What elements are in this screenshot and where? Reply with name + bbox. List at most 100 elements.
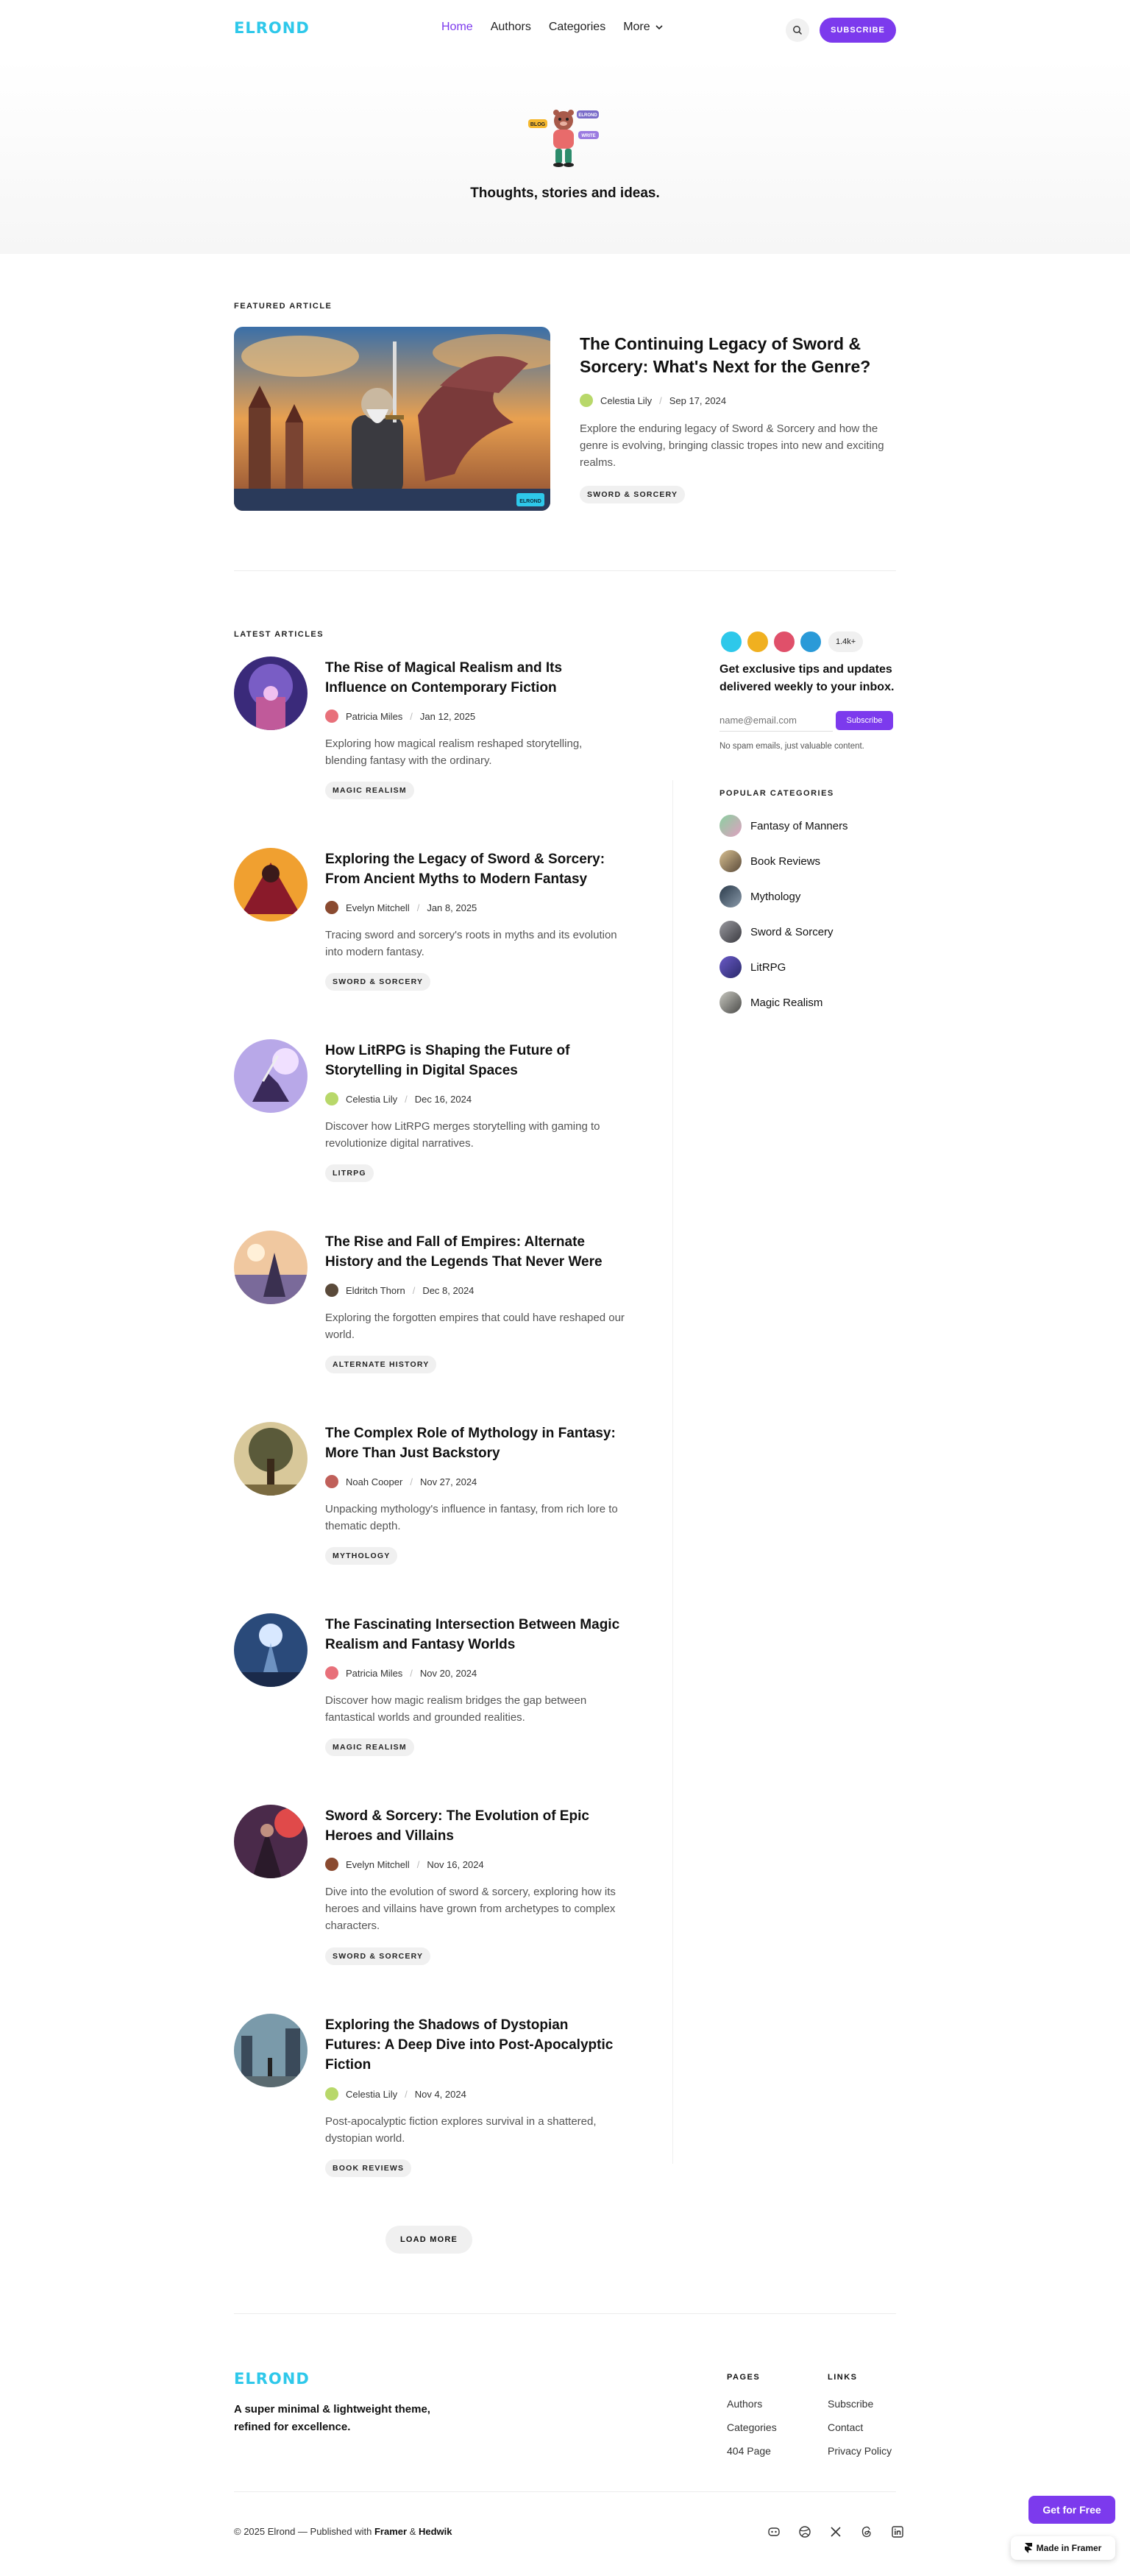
author-avatar: [325, 901, 338, 914]
copyright-text: © 2025 Elrond — Published with: [234, 2526, 372, 2537]
mascot-illustration: BLOG ELROND WRITE: [528, 110, 599, 167]
meta-separator: /: [410, 710, 413, 722]
author-name[interactable]: Celestia Lily: [346, 1094, 397, 1105]
article-thumbnail[interactable]: [234, 1613, 308, 1687]
hedwik-link[interactable]: Hedwik: [419, 2526, 452, 2537]
featured-tag[interactable]: SWORD & SORCERY: [580, 486, 686, 503]
article-meta: Evelyn Mitchell / Jan 8, 2025: [325, 901, 477, 914]
article-title[interactable]: The Rise and Fall of Empires: Alternate …: [325, 1232, 627, 1272]
footer-link-privacy[interactable]: Privacy Policy: [828, 2445, 892, 2457]
newsletter-subscribe-button[interactable]: Subscribe: [836, 711, 893, 730]
nav-home[interactable]: Home: [441, 21, 473, 34]
article-title[interactable]: Exploring the Legacy of Sword & Sorcery:…: [325, 849, 627, 889]
hero-tagline: Thoughts, stories and ideas.: [470, 185, 660, 201]
footer-link-categories[interactable]: Categories: [727, 2421, 777, 2433]
load-more-button[interactable]: LOAD MORE: [385, 2226, 472, 2254]
article-title[interactable]: The Rise of Magical Realism and Its Infl…: [325, 658, 627, 698]
article-tag[interactable]: BOOK REVIEWS: [325, 2159, 412, 2177]
search-button[interactable]: [786, 18, 809, 42]
discord-icon[interactable]: [767, 2524, 781, 2539]
footer-link-404[interactable]: 404 Page: [727, 2445, 771, 2457]
article-excerpt: Discover how LitRPG merges storytelling …: [325, 1120, 600, 1150]
featured-meta: Celestia Lily / Sep 17, 2024: [580, 394, 726, 407]
article-title[interactable]: The Fascinating Intersection Between Mag…: [325, 1615, 627, 1655]
category-item[interactable]: Fantasy of Manners: [719, 815, 848, 837]
article-tag[interactable]: SWORD & SORCERY: [325, 1947, 431, 1965]
post-date: Nov 20, 2024: [419, 1667, 477, 1679]
article-image: [234, 657, 308, 730]
author-name[interactable]: Celestia Lily: [346, 2089, 397, 2100]
category-item[interactable]: Book Reviews: [719, 850, 820, 872]
article-thumbnail[interactable]: [234, 848, 308, 921]
bubble-write: WRITE: [581, 134, 595, 138]
copyright-amp: &: [409, 2526, 416, 2537]
article-thumbnail[interactable]: [234, 1805, 308, 1878]
made-in-framer-badge[interactable]: Made in Framer: [1011, 2536, 1115, 2560]
category-item[interactable]: Sword & Sorcery: [719, 921, 834, 943]
get-for-free-button[interactable]: Get for Free: [1028, 2496, 1115, 2524]
article-title[interactable]: How LitRPG is Shaping the Future of Stor…: [325, 1041, 627, 1080]
threads-icon[interactable]: [859, 2524, 874, 2539]
article-tag[interactable]: SWORD & SORCERY: [325, 973, 431, 991]
dribbble-icon[interactable]: [797, 2524, 812, 2539]
article-tag[interactable]: MYTHOLOGY: [325, 1547, 398, 1565]
meta-separator: /: [410, 1667, 413, 1679]
article-thumbnail[interactable]: [234, 1422, 308, 1496]
article-thumbnail[interactable]: [234, 1231, 308, 1304]
meta-separator: /: [412, 1284, 416, 1296]
article-tag[interactable]: MAGIC REALISM: [325, 782, 414, 799]
article-excerpt: Dive into the evolution of sword & sorce…: [325, 1886, 616, 1932]
featured-title[interactable]: The Continuing Legacy of Sword & Sorcery…: [580, 333, 896, 378]
nav-more[interactable]: More: [623, 21, 663, 34]
article-tag[interactable]: MAGIC REALISM: [325, 1738, 414, 1756]
meta-separator: /: [410, 1476, 413, 1487]
article-image: [234, 2014, 308, 2087]
hero-section: BLOG ELROND WRITE Thoughts, stories and …: [0, 59, 1130, 254]
article-image: [234, 1231, 308, 1304]
nav-authors[interactable]: Authors: [491, 21, 531, 34]
featured-image-badge: ELROND: [519, 499, 541, 504]
author-name[interactable]: Noah Cooper: [346, 1476, 402, 1487]
author-name[interactable]: Evelyn Mitchell: [346, 902, 410, 913]
article-thumbnail[interactable]: [234, 657, 308, 730]
nav-categories[interactable]: Categories: [549, 21, 605, 34]
linkedin-icon[interactable]: [890, 2524, 905, 2539]
author-name[interactable]: Celestia Lily: [600, 395, 652, 406]
footer-link-subscribe[interactable]: Subscribe: [828, 2398, 873, 2410]
search-icon: [793, 26, 803, 35]
author-name[interactable]: Patricia Miles: [346, 1668, 402, 1679]
category-avatar: [719, 885, 742, 907]
footer-link-authors[interactable]: Authors: [727, 2398, 762, 2410]
x-icon[interactable]: [828, 2524, 843, 2539]
article-thumbnail[interactable]: [234, 2014, 308, 2087]
category-item[interactable]: Magic Realism: [719, 991, 822, 1013]
category-item[interactable]: Mythology: [719, 885, 800, 907]
chevron-down-icon: [655, 25, 663, 30]
post-date: Nov 4, 2024: [414, 2088, 466, 2100]
subscribe-button[interactable]: SUBSCRIBE: [820, 18, 896, 43]
framer-link[interactable]: Framer: [374, 2526, 407, 2537]
article-excerpt: Discover how magic realism bridges the g…: [325, 1694, 587, 1724]
author-name[interactable]: Eldritch Thorn: [346, 1285, 405, 1296]
article-title[interactable]: Exploring the Shadows of Dystopian Futur…: [325, 2015, 627, 2075]
email-field[interactable]: [719, 710, 833, 732]
made-in-framer-label: Made in Framer: [1036, 2543, 1102, 2553]
category-label: Magic Realism: [750, 996, 823, 1009]
author-name[interactable]: Patricia Miles: [346, 711, 402, 722]
article-tag[interactable]: ALTERNATE HISTORY: [325, 1356, 437, 1373]
footer-logo[interactable]: ELROND: [234, 2370, 310, 2388]
article-thumbnail[interactable]: [234, 1039, 308, 1113]
author-avatar: [325, 710, 338, 723]
footer-link-contact[interactable]: Contact: [828, 2421, 863, 2433]
article-excerpt: Unpacking mythology's influence in fanta…: [325, 1503, 618, 1532]
article-tag[interactable]: LITRPG: [325, 1164, 374, 1182]
article-title[interactable]: The Complex Role of Mythology in Fantasy…: [325, 1423, 627, 1463]
article-excerpt: Exploring how magical realism reshaped s…: [325, 737, 583, 767]
category-item[interactable]: LitRPG: [719, 956, 786, 978]
featured-image[interactable]: ELROND: [234, 327, 550, 511]
article-title[interactable]: Sword & Sorcery: The Evolution of Epic H…: [325, 1806, 627, 1846]
site-logo[interactable]: ELROND: [234, 19, 310, 37]
category-label: Fantasy of Manners: [750, 819, 848, 832]
article-image: [234, 848, 308, 921]
author-name[interactable]: Evelyn Mitchell: [346, 1859, 410, 1870]
